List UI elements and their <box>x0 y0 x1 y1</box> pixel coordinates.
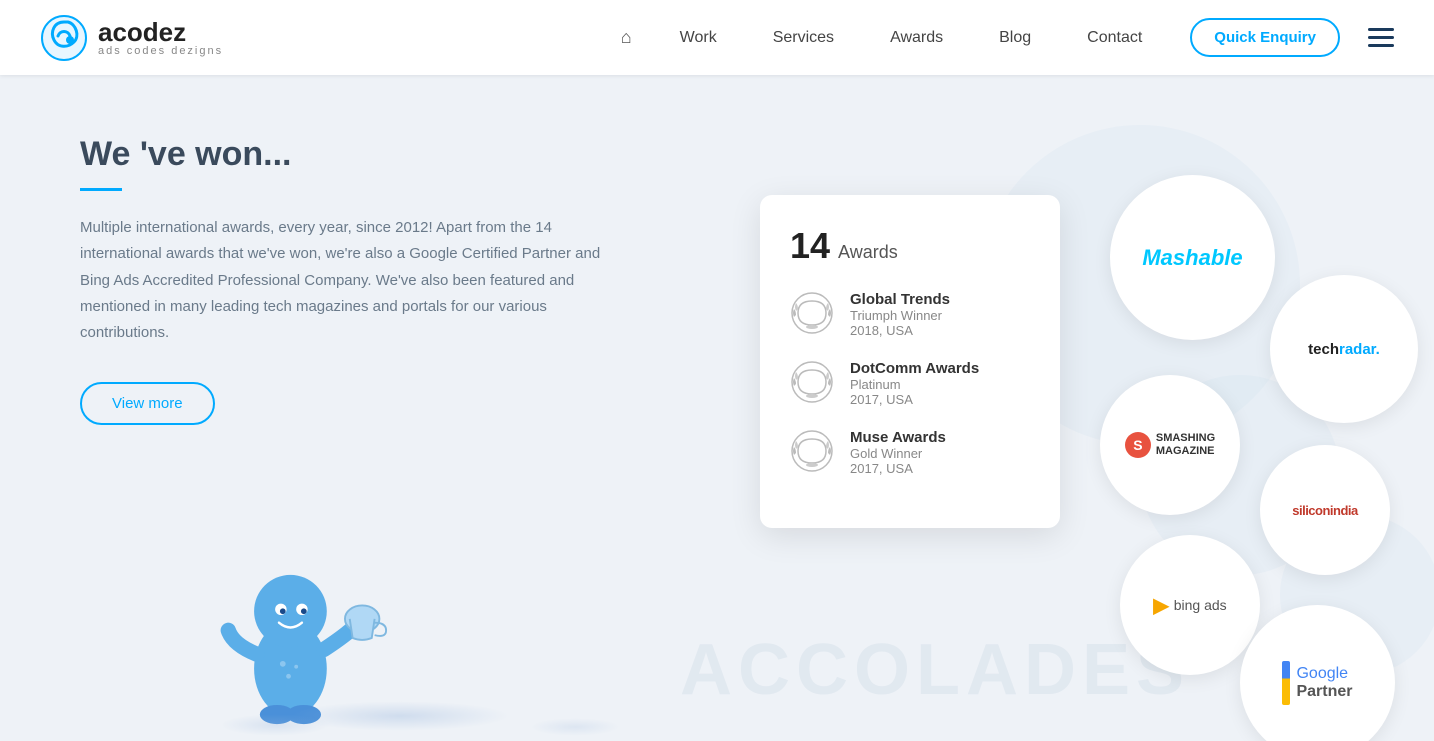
award-year-0: 2018, USA <box>850 323 950 338</box>
logo-tagline: ads codes dezigns <box>98 45 223 57</box>
google-partner-text: Google Partner <box>1296 665 1352 701</box>
logo-text-group: acodez ads codes dezigns <box>98 19 223 57</box>
nav-home-icon[interactable]: ⌂ <box>621 27 632 48</box>
media-bubbles: Mashable techradar. S SMASHINGMAGAZINE s… <box>1040 175 1434 741</box>
smashing-s-icon: S <box>1125 432 1151 458</box>
nav-item-awards[interactable]: Awards <box>862 29 971 47</box>
mascot-shadow-right <box>530 718 620 736</box>
title-underline <box>80 188 122 191</box>
left-content: We 've won... Multiple international awa… <box>80 135 610 425</box>
main-nav: ⌂ Work Services Awards Blog Contact Quic… <box>621 18 1394 57</box>
award-item-2: Muse Awards Gold Winner 2017, USA <box>790 429 1030 476</box>
mascot-area <box>200 506 400 731</box>
logo-name: acodez <box>98 19 223 45</box>
main-content: We 've won... Multiple international awa… <box>0 75 1434 741</box>
view-more-button[interactable]: View more <box>80 382 215 425</box>
bingads-logo: ▶ bing ads <box>1153 593 1226 618</box>
nav-item-services[interactable]: Services <box>745 29 862 47</box>
award-sub-1: Platinum <box>850 377 979 392</box>
hamburger-line-3 <box>1368 44 1394 47</box>
mashable-logo: Mashable <box>1142 245 1242 271</box>
award-item-1: DotComm Awards Platinum 2017, USA <box>790 360 1030 407</box>
logo-icon <box>40 14 88 62</box>
hamburger-line-1 <box>1368 28 1394 31</box>
bubble-techradar: techradar. <box>1270 275 1418 423</box>
section-desc: Multiple international awards, every yea… <box>80 215 610 346</box>
bubble-googlepartner: Google Partner <box>1240 605 1395 741</box>
quick-enquiry-button[interactable]: Quick Enquiry <box>1190 18 1340 57</box>
hamburger-menu[interactable] <box>1368 28 1394 47</box>
nav-item-work[interactable]: Work <box>652 29 745 47</box>
award-name-2: Muse Awards <box>850 429 946 446</box>
award-wreath-icon-1 <box>790 360 834 404</box>
techradar-logo: techradar. <box>1308 341 1380 358</box>
award-year-2: 2017, USA <box>850 461 946 476</box>
bing-b-icon: ▶ <box>1153 593 1168 618</box>
partner-word: Partner <box>1296 683 1352 701</box>
header: acodez ads codes dezigns ⌂ Work Services… <box>0 0 1434 75</box>
award-sub-2: Gold Winner <box>850 446 946 461</box>
award-sub-0: Triumph Winner <box>850 308 950 323</box>
google-bar-icon <box>1282 661 1290 705</box>
smashing-logo: S SMASHINGMAGAZINE <box>1125 432 1215 458</box>
bubble-smashing: S SMASHINGMAGAZINE <box>1100 375 1240 515</box>
nav-item-blog[interactable]: Blog <box>971 29 1059 47</box>
award-name-0: Global Trends <box>850 291 950 308</box>
award-item-0: Global Trends Triumph Winner 2018, USA <box>790 291 1030 338</box>
award-name-1: DotComm Awards <box>850 360 979 377</box>
google-partner-logo: Google Partner <box>1282 661 1352 705</box>
award-wreath-icon-2 <box>790 429 834 473</box>
nav-item-contact[interactable]: Contact <box>1059 29 1170 47</box>
mascot-illustration <box>200 506 400 726</box>
google-word: Google <box>1296 665 1352 683</box>
awards-count-row: 14 Awards <box>790 225 1030 267</box>
award-details-2: Muse Awards Gold Winner 2017, USA <box>850 429 946 476</box>
logo-area[interactable]: acodez ads codes dezigns <box>40 14 223 62</box>
hamburger-line-2 <box>1368 36 1394 39</box>
bubble-bingads: ▶ bing ads <box>1120 535 1260 675</box>
section-title: We 've won... <box>80 135 610 174</box>
award-wreath-icon-0 <box>790 291 834 335</box>
bing-text: bing ads <box>1174 597 1227 613</box>
siliconindia-logo: siliconindia <box>1292 503 1358 518</box>
awards-count: 14 <box>790 225 830 267</box>
awards-card: 14 Awards Global Trends Triumph Winner 2… <box>760 195 1060 528</box>
award-year-1: 2017, USA <box>850 392 979 407</box>
smashing-text: SMASHINGMAGAZINE <box>1156 432 1215 458</box>
mascot-shadow-left <box>220 714 330 736</box>
bubble-mashable: Mashable <box>1110 175 1275 340</box>
award-details-1: DotComm Awards Platinum 2017, USA <box>850 360 979 407</box>
award-details-0: Global Trends Triumph Winner 2018, USA <box>850 291 950 338</box>
awards-label: Awards <box>838 242 898 263</box>
bubble-siliconindia: siliconindia <box>1260 445 1390 575</box>
